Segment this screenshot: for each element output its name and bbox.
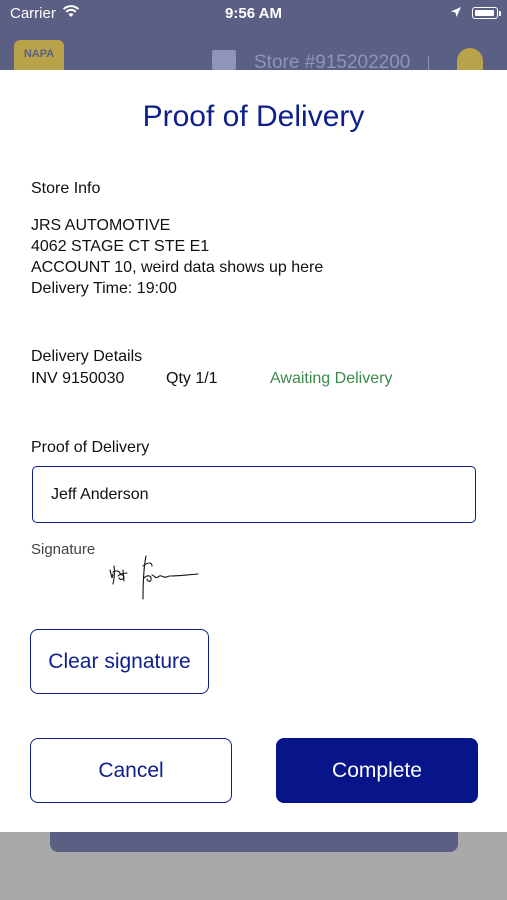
signature-label: Signature (31, 541, 96, 558)
store-icon (212, 50, 236, 70)
header-divider (428, 56, 429, 70)
store-address: 4062 STAGE CT STE E1 (31, 238, 210, 255)
battery-tip (499, 11, 501, 16)
signature-pad[interactable] (100, 552, 210, 608)
store-number-label: Store #915202200 (254, 52, 411, 70)
store-account: ACCOUNT 10, weird data shows up here (31, 259, 324, 276)
clear-signature-button[interactable]: Clear signature (30, 629, 209, 694)
location-arrow-icon (451, 7, 461, 17)
delivery-time: Delivery Time: 19:00 (31, 280, 177, 297)
sheet-title: Proof of Delivery (142, 100, 365, 133)
napa-logo: NAPA (14, 40, 64, 70)
invoice-number: INV 9150030 (31, 370, 125, 387)
recipient-name-input[interactable] (32, 466, 476, 523)
delivery-status: Awaiting Delivery (270, 370, 393, 387)
status-bar: Carrier 9:56 AM (0, 0, 507, 28)
complete-button[interactable]: Complete (276, 738, 478, 803)
user-icon (457, 48, 483, 70)
battery-icon (472, 7, 498, 19)
proof-of-delivery-sheet: Proof of Delivery Store Info JRS AUTOMOT… (0, 70, 507, 832)
clock-time: 9:56 AM (225, 5, 282, 22)
delivery-details-label: Delivery Details (31, 348, 143, 365)
proof-of-delivery-label: Proof of Delivery (31, 439, 150, 456)
store-name: JRS AUTOMOTIVE (31, 217, 171, 234)
cancel-button[interactable]: Cancel (30, 738, 232, 803)
quantity: Qty 1/1 (166, 370, 218, 387)
store-info-label: Store Info (31, 180, 101, 197)
